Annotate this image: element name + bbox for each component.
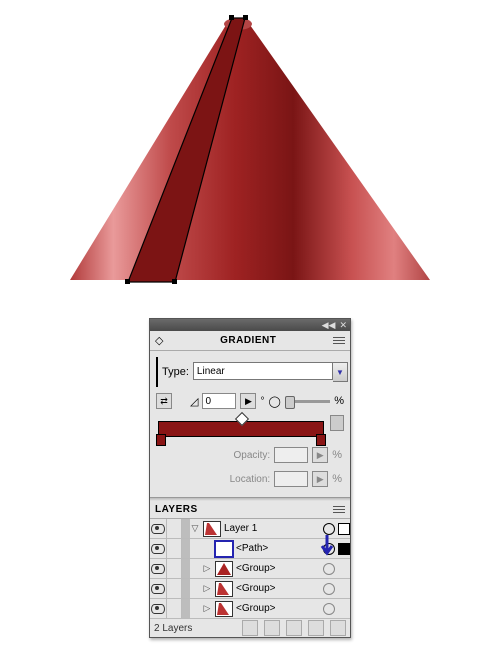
gradient-type-value[interactable] (193, 362, 333, 380)
layer-thumb (203, 521, 221, 537)
gradient-toggle-icon[interactable]: ◇ (155, 334, 163, 347)
layer-row[interactable]: ▷ <Group> (150, 559, 350, 579)
opacity-label: Opacity: (218, 450, 270, 461)
delete-layer-icon[interactable] (330, 620, 346, 636)
artwork-svg (0, 0, 500, 300)
disclosure-icon[interactable]: ▷ (202, 603, 212, 614)
selection-box[interactable] (338, 523, 350, 535)
layers-panel-footer: 2 Layers (150, 619, 350, 637)
panel-menu-icon[interactable] (333, 505, 345, 515)
locate-object-icon[interactable] (242, 620, 258, 636)
visibility-toggle[interactable] (150, 599, 167, 618)
layer-name[interactable]: <Path> (236, 543, 320, 554)
reverse-gradient-icon[interactable]: ⇄ (156, 393, 172, 409)
disclosure-icon[interactable]: ▽ (190, 523, 200, 534)
dropdown-icon[interactable]: ▼ (333, 362, 348, 382)
angle-input[interactable] (202, 393, 236, 409)
layer-count: 2 Layers (154, 623, 192, 634)
visibility-toggle[interactable] (150, 519, 167, 538)
annotation-arrow-icon (320, 533, 334, 559)
lock-toggle[interactable] (167, 519, 182, 538)
angle-icon: ◿ (190, 395, 198, 408)
location-input (274, 471, 308, 487)
visibility-toggle[interactable] (150, 579, 167, 598)
layer-color (182, 579, 190, 598)
close-icon[interactable]: ✕ (339, 321, 347, 330)
opacity-stepper: ▶ (312, 447, 328, 463)
layer-name[interactable]: <Group> (236, 603, 320, 614)
layer-color (182, 519, 190, 538)
collapse-icon[interactable]: ◀◀ (322, 321, 336, 330)
lock-toggle[interactable] (167, 599, 182, 618)
disclosure-icon[interactable]: ▷ (202, 583, 212, 594)
eye-icon (151, 604, 165, 614)
lock-toggle[interactable] (167, 559, 182, 578)
layer-name[interactable]: Layer 1 (224, 523, 320, 534)
layer-color (182, 539, 190, 558)
gradient-ramp[interactable] (158, 421, 324, 437)
visibility-toggle[interactable] (150, 539, 167, 558)
angle-stepper[interactable]: ▶ (240, 393, 256, 409)
panel-tabbar[interactable]: ◀◀ ✕ (150, 319, 350, 331)
delete-stop-icon[interactable] (330, 415, 344, 431)
gradient-panel-body: Type: ▼ ⇄ ◿ ▶ ° ◯ % (150, 351, 350, 498)
selection-box[interactable] (338, 543, 350, 555)
target-icon[interactable] (323, 603, 335, 615)
eye-icon (151, 584, 165, 594)
panel-menu-icon[interactable] (333, 336, 345, 346)
eye-icon (151, 544, 165, 554)
layer-row[interactable]: <Path> (150, 539, 350, 559)
gradient-swatch[interactable] (156, 357, 158, 387)
layers-panel-header[interactable]: LAYERS (150, 501, 350, 519)
layer-thumb (215, 601, 233, 617)
lock-toggle[interactable] (167, 539, 182, 558)
layer-name[interactable]: <Group> (236, 583, 320, 594)
lock-toggle[interactable] (167, 579, 182, 598)
gradient-panel-header[interactable]: ◇ GRADIENT (150, 331, 350, 351)
target-icon[interactable] (323, 563, 335, 575)
layers-panel-title: LAYERS (155, 504, 198, 515)
type-label: Type: (162, 366, 189, 378)
gradient-stop-left[interactable] (156, 434, 166, 446)
length-slider[interactable] (285, 397, 330, 405)
target-icon[interactable] (323, 583, 335, 595)
pct-symbol-2: % (332, 449, 342, 461)
disclosure-icon[interactable]: ▷ (202, 563, 212, 574)
gradient-stop-right[interactable] (316, 434, 326, 446)
layer-row[interactable]: ▷ <Group> (150, 579, 350, 599)
location-label: Location: (218, 474, 270, 485)
angle-unit: ° (260, 396, 264, 407)
make-clipping-mask-icon[interactable] (264, 620, 280, 636)
visibility-toggle[interactable] (150, 559, 167, 578)
eye-icon (151, 564, 165, 574)
layers-list: ▽ Layer 1 <Path> ▷ <Group> (150, 519, 350, 619)
gradient-panel-title: GRADIENT (220, 335, 276, 346)
layer-thumb (215, 561, 233, 577)
layer-row[interactable]: ▷ <Group> (150, 599, 350, 619)
layer-thumb (215, 581, 233, 597)
gradient-midpoint[interactable] (235, 412, 249, 426)
layer-color (182, 559, 190, 578)
new-layer-icon[interactable] (308, 620, 324, 636)
aspect-icon: ◯ (268, 395, 280, 408)
panel-stack: ◀◀ ✕ ◇ GRADIENT Type: ▼ ⇄ ◿ ▶ ° ◯ % (149, 318, 351, 638)
pct-symbol-1: % (334, 395, 344, 407)
pct-symbol-3: % (332, 473, 342, 485)
layer-color (182, 599, 190, 618)
layer-thumb (215, 541, 233, 557)
gradient-type-select[interactable]: ▼ (193, 362, 348, 382)
layer-name[interactable]: <Group> (236, 563, 320, 574)
opacity-input (274, 447, 308, 463)
artboard (0, 0, 500, 300)
new-sublayer-icon[interactable] (286, 620, 302, 636)
cone-group (70, 22, 430, 281)
eye-icon (151, 524, 165, 534)
location-stepper: ▶ (312, 471, 328, 487)
